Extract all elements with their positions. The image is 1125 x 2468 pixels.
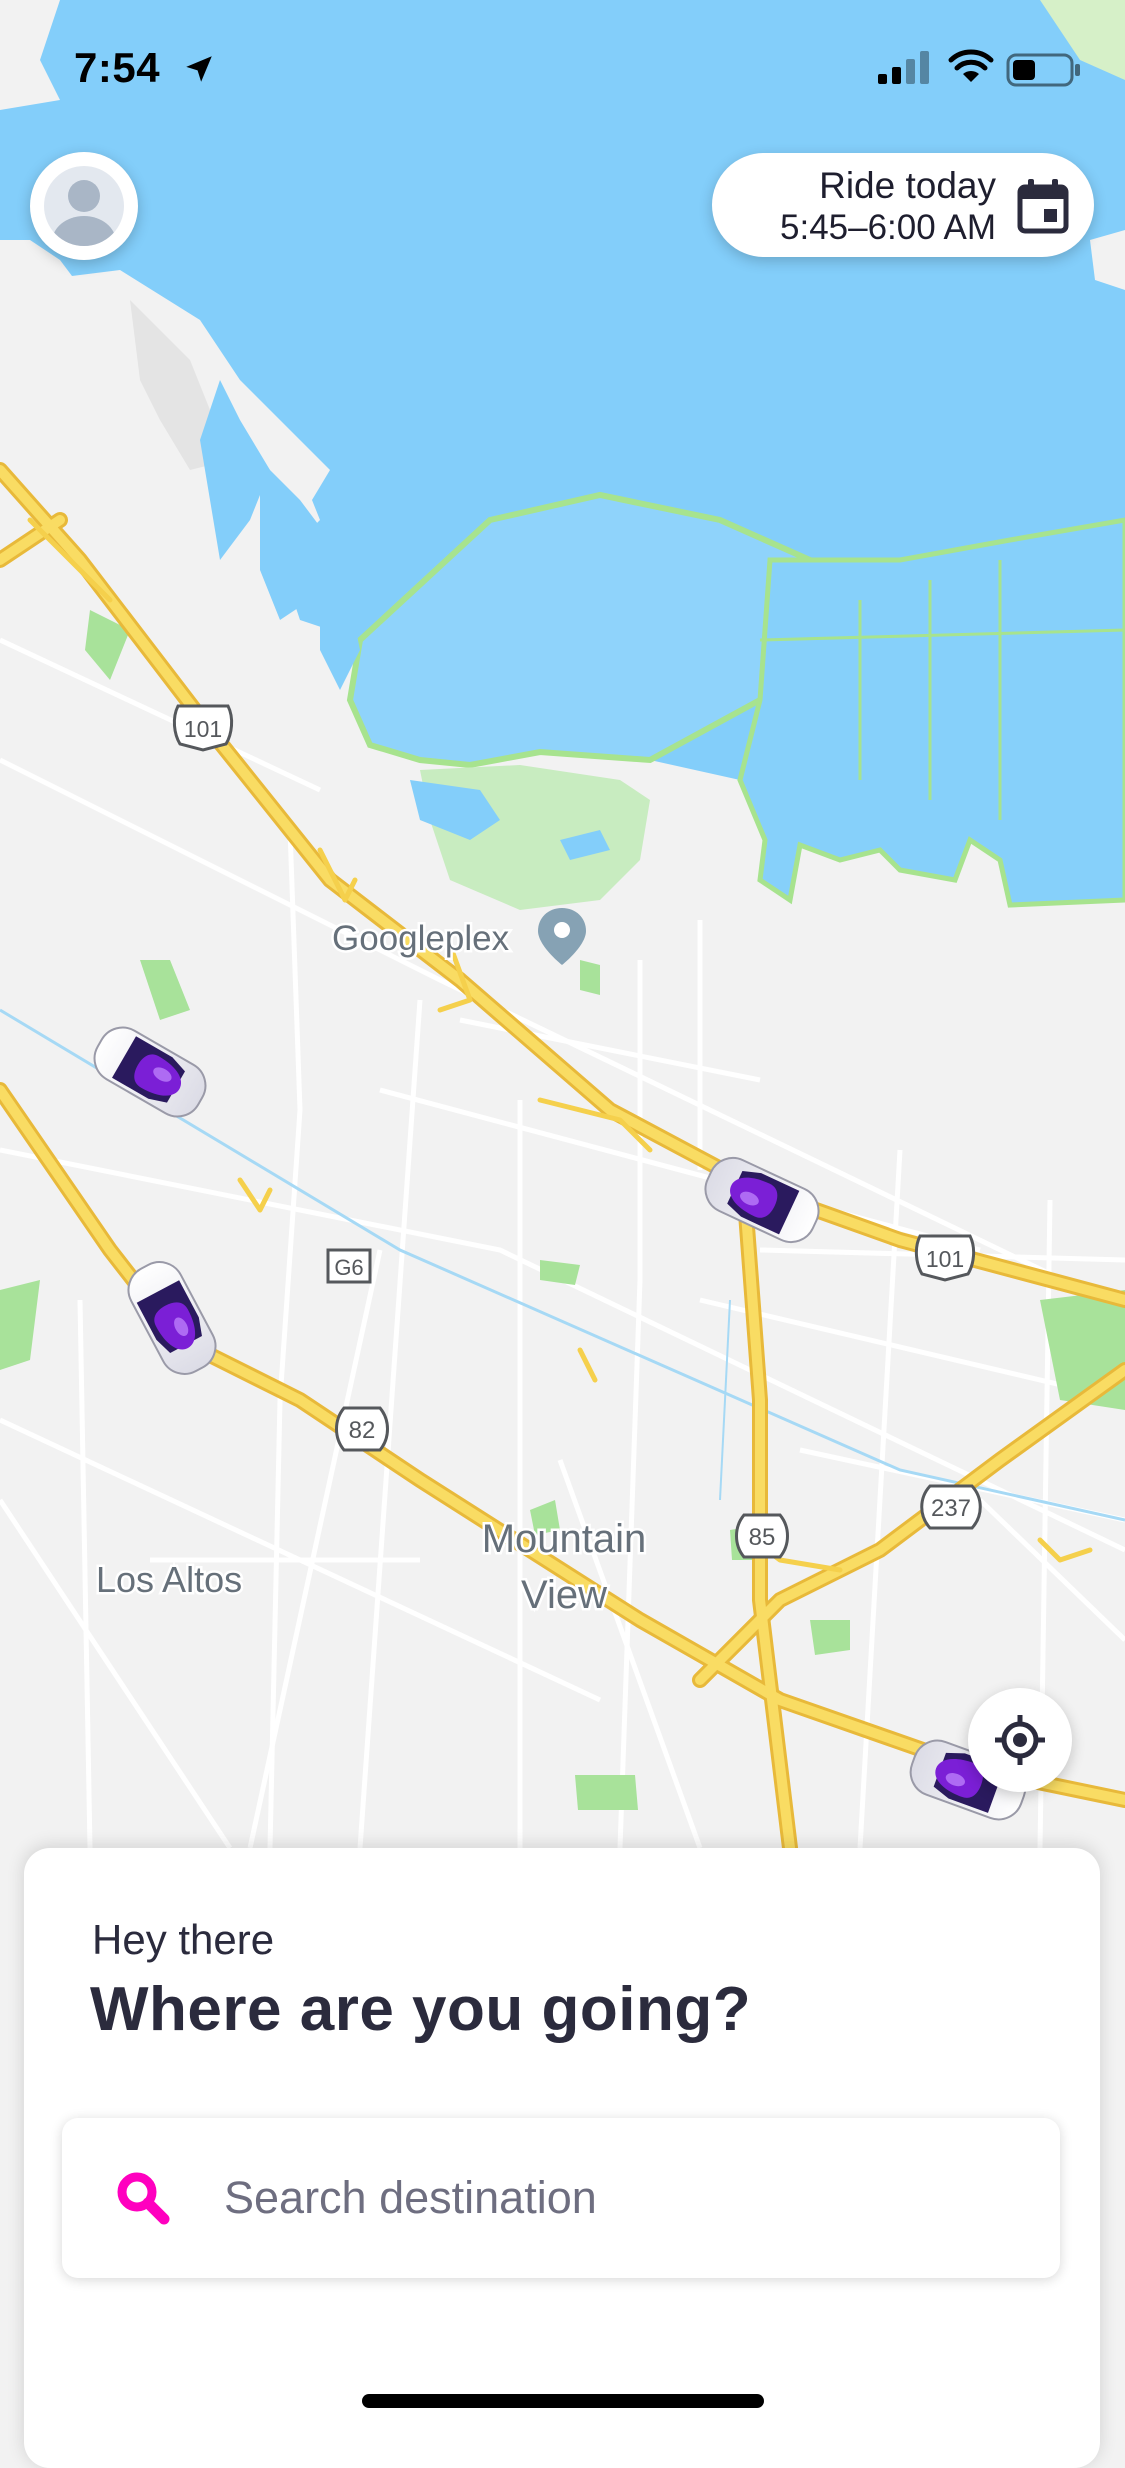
schedule-ride-button[interactable]: Ride today 5:45–6:00 AM: [712, 153, 1094, 257]
us-101-shield-east: 101: [914, 1234, 976, 1282]
cellular-signal-icon: [878, 51, 929, 84]
map-label-mountain-view-line2: View: [521, 1573, 607, 1617]
sr-85-shield: 85: [735, 1513, 789, 1559]
user-avatar-icon: [44, 166, 124, 246]
status-bar: 7:54: [0, 0, 1125, 130]
svg-text:101: 101: [184, 716, 222, 742]
battery-icon: [1006, 53, 1080, 87]
greeting-text: Hey there: [92, 1916, 275, 1963]
home-indicator[interactable]: [362, 2394, 764, 2408]
ride-title: Ride today: [819, 165, 996, 206]
svg-text:85: 85: [749, 1524, 776, 1551]
svg-text:237: 237: [931, 1495, 971, 1522]
wifi-icon: [948, 49, 994, 82]
svg-text:82: 82: [349, 1417, 376, 1444]
map-label-mountain-view[interactable]: Mountain: [479, 1515, 649, 1564]
crosshair-locate-icon: [995, 1715, 1045, 1765]
map-label-los-altos[interactable]: Los Altos: [94, 1557, 245, 1603]
us-101-shield-north: 101: [172, 704, 234, 752]
search-icon: [117, 2172, 170, 2225]
profile-button[interactable]: [30, 152, 138, 260]
sheet-headline: Where are you going?: [90, 1975, 752, 2044]
map-label-googleplex[interactable]: Googleplex: [330, 917, 513, 961]
sr-82-shield: 82: [335, 1406, 389, 1452]
g6-shield: G6: [326, 1248, 372, 1284]
recenter-location-button[interactable]: [968, 1688, 1072, 1792]
search-destination-input[interactable]: Search destination: [62, 2118, 1060, 2278]
svg-text:G6: G6: [334, 1255, 363, 1280]
calendar-icon: [1017, 179, 1069, 234]
svg-text:101: 101: [926, 1246, 964, 1272]
sr-237-shield: 237: [920, 1484, 982, 1530]
search-placeholder: Search destination: [224, 2172, 597, 2223]
location-arrow-icon: [186, 56, 212, 82]
status-time: 7:54: [74, 44, 161, 91]
ride-time-window: 5:45–6:00 AM: [780, 208, 996, 247]
destination-sheet: Hey there Where are you going? Search de…: [24, 1848, 1100, 2468]
